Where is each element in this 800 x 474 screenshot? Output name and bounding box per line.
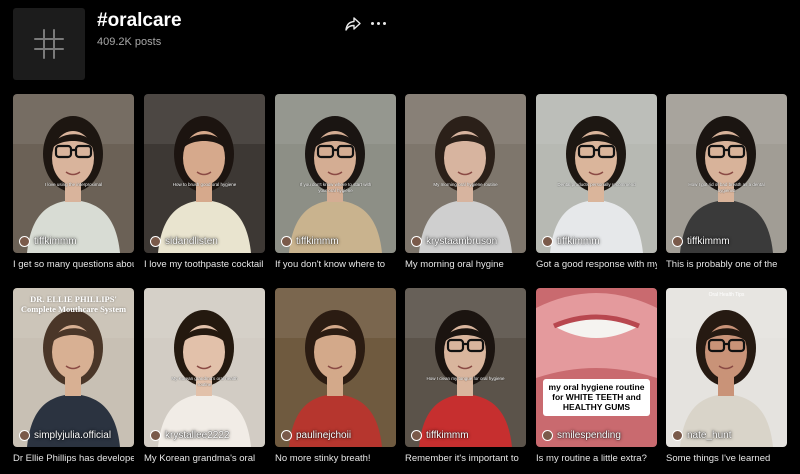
video-thumbnail[interactable]: If you don't know where to start with yo… [275, 94, 396, 253]
post-count: 409.2K posts [97, 36, 162, 48]
avatar [542, 236, 553, 247]
video-caption[interactable]: Is my routine a little extra? [536, 453, 657, 464]
avatar [281, 430, 292, 441]
video-caption[interactable]: Remember it's important to [405, 453, 526, 464]
video-thumbnail[interactable]: Oral Health Tips nate_hunt [666, 288, 787, 447]
username: smilespending [557, 430, 621, 441]
video-card[interactable]: How I got rid of bad breath as a dental … [666, 94, 787, 270]
video-card[interactable]: I love using the interproximal tiffkimmm I… [13, 94, 134, 270]
video-thumbnail[interactable]: I love using the interproximal tiffkimmm [13, 94, 134, 253]
video-caption[interactable]: I get so many questions about [13, 259, 134, 270]
avatar [150, 236, 161, 247]
video-card[interactable]: If you don't know where to start with yo… [275, 94, 396, 270]
username: nate_hunt [687, 430, 732, 441]
video-card[interactable]: How to brush good oral hygiene sidandlist… [144, 94, 265, 270]
username: tiffkimmm [34, 236, 77, 247]
creator-handle[interactable]: sidandlisten [150, 236, 218, 247]
avatar [411, 430, 422, 441]
share-icon[interactable] [344, 15, 362, 33]
video-thumbnail[interactable]: DR. ELLIE PHILLIPS' Complete Mouthcare S… [13, 288, 134, 447]
video-caption[interactable]: I love my toothpaste cocktail [144, 259, 265, 270]
video-thumbnail[interactable]: How I clean my tongue for oral hygiene ti… [405, 288, 526, 447]
video-overlay-text: How I clean my tongue for oral hygiene [426, 376, 505, 381]
video-thumbnail[interactable]: Dental products personally recommend tiff… [536, 94, 657, 253]
video-card[interactable]: paulinejchoii No more stinky breath! [275, 288, 396, 464]
username: tiffkimmm [426, 430, 469, 441]
avatar [542, 430, 553, 441]
creator-handle[interactable]: simplyjulia.official [19, 430, 111, 441]
video-card[interactable]: DR. ELLIE PHILLIPS' Complete Mouthcare S… [13, 288, 134, 464]
video-thumbnail[interactable]: my oral hygiene routine for WHITE TEETH … [536, 288, 657, 447]
video-overlay-text: DR. ELLIE PHILLIPS' Complete Mouthcare S… [20, 294, 127, 314]
hashtag-icon [13, 8, 85, 80]
avatar [19, 430, 30, 441]
avatar [672, 430, 683, 441]
video-overlay-text: My Korean grandma's oral health routine [171, 376, 238, 387]
video-overlay-text: If you don't know where to start with yo… [299, 182, 372, 193]
video-thumbnail[interactable]: paulinejchoii [275, 288, 396, 447]
video-thumbnail[interactable]: My Korean grandma's oral health routine k… [144, 288, 265, 447]
creator-handle[interactable]: tiffkimmm [281, 236, 339, 247]
video-overlay-text: Oral Health Tips [708, 292, 745, 298]
creator-handle[interactable]: tiffkimmm [411, 430, 469, 441]
video-card[interactable]: My Korean grandma's oral health routine k… [144, 288, 265, 464]
video-overlay-text: I love using the interproximal [44, 182, 103, 187]
video-caption[interactable]: Got a good response with my [536, 259, 657, 270]
video-card[interactable]: My morning oral hygiene routine krystaamb… [405, 94, 526, 270]
video-thumbnail[interactable]: My morning oral hygiene routine krystaamb… [405, 94, 526, 253]
video-overlay-text: How to brush good oral hygiene [172, 182, 237, 187]
more-dots-icon[interactable] [368, 14, 388, 32]
video-caption[interactable]: No more stinky breath! [275, 453, 396, 464]
creator-handle[interactable]: paulinejchoii [281, 430, 351, 441]
video-caption[interactable]: Dr Ellie Phillips has developed [13, 453, 134, 464]
creator-handle[interactable]: krystaambruson [411, 236, 497, 247]
video-caption[interactable]: My morning oral hygine [405, 259, 526, 270]
avatar [672, 236, 683, 247]
avatar [411, 236, 422, 247]
avatar [150, 430, 161, 441]
video-overlay-text: My morning oral hygiene routine [433, 182, 498, 187]
video-overlay-text: Dental products personally recommend [557, 182, 636, 187]
creator-handle[interactable]: tiffkimmm [542, 236, 600, 247]
username: tiffkimmm [557, 236, 600, 247]
username: tiffkimmm [687, 236, 730, 247]
video-card[interactable]: How I clean my tongue for oral hygiene ti… [405, 288, 526, 464]
username: paulinejchoii [296, 430, 352, 441]
username: sidandlisten [165, 236, 218, 247]
creator-handle[interactable]: krystallee2222 [150, 430, 229, 441]
username: krystallee2222 [165, 430, 230, 441]
username: krystaambruson [426, 236, 498, 247]
creator-handle[interactable]: smilespending [542, 430, 621, 441]
username: tiffkimmm [296, 236, 339, 247]
avatar [19, 236, 30, 247]
video-card[interactable]: Oral Health Tips nate_hunt Some things I'v… [666, 288, 787, 464]
creator-handle[interactable]: tiffkimmm [19, 236, 77, 247]
video-caption[interactable]: This is probably one of the [666, 259, 787, 270]
video-caption[interactable]: If you don't know where to [275, 259, 396, 270]
video-card[interactable]: my oral hygiene routine for WHITE TEETH … [536, 288, 657, 464]
video-card[interactable]: Dental products personally recommend tiff… [536, 94, 657, 270]
video-thumbnail[interactable]: How to brush good oral hygiene sidandlist… [144, 94, 265, 253]
page-title: #oralcare [97, 10, 182, 31]
creator-handle[interactable]: nate_hunt [672, 430, 732, 441]
hashtag-header: #oralcare 409.2K posts [13, 8, 787, 84]
creator-handle[interactable]: tiffkimmm [672, 236, 730, 247]
video-thumbnail[interactable]: How I got rid of bad breath as a dental … [666, 94, 787, 253]
username: simplyjulia.official [34, 430, 112, 441]
video-caption[interactable]: My Korean grandma's oral [144, 453, 265, 464]
video-overlay-text: my oral hygiene routine for WHITE TEETH … [543, 379, 650, 416]
avatar [281, 236, 292, 247]
video-overlay-text: How I got rid of bad breath as a dental … [688, 182, 765, 193]
video-caption[interactable]: Some things I've learned [666, 453, 787, 464]
